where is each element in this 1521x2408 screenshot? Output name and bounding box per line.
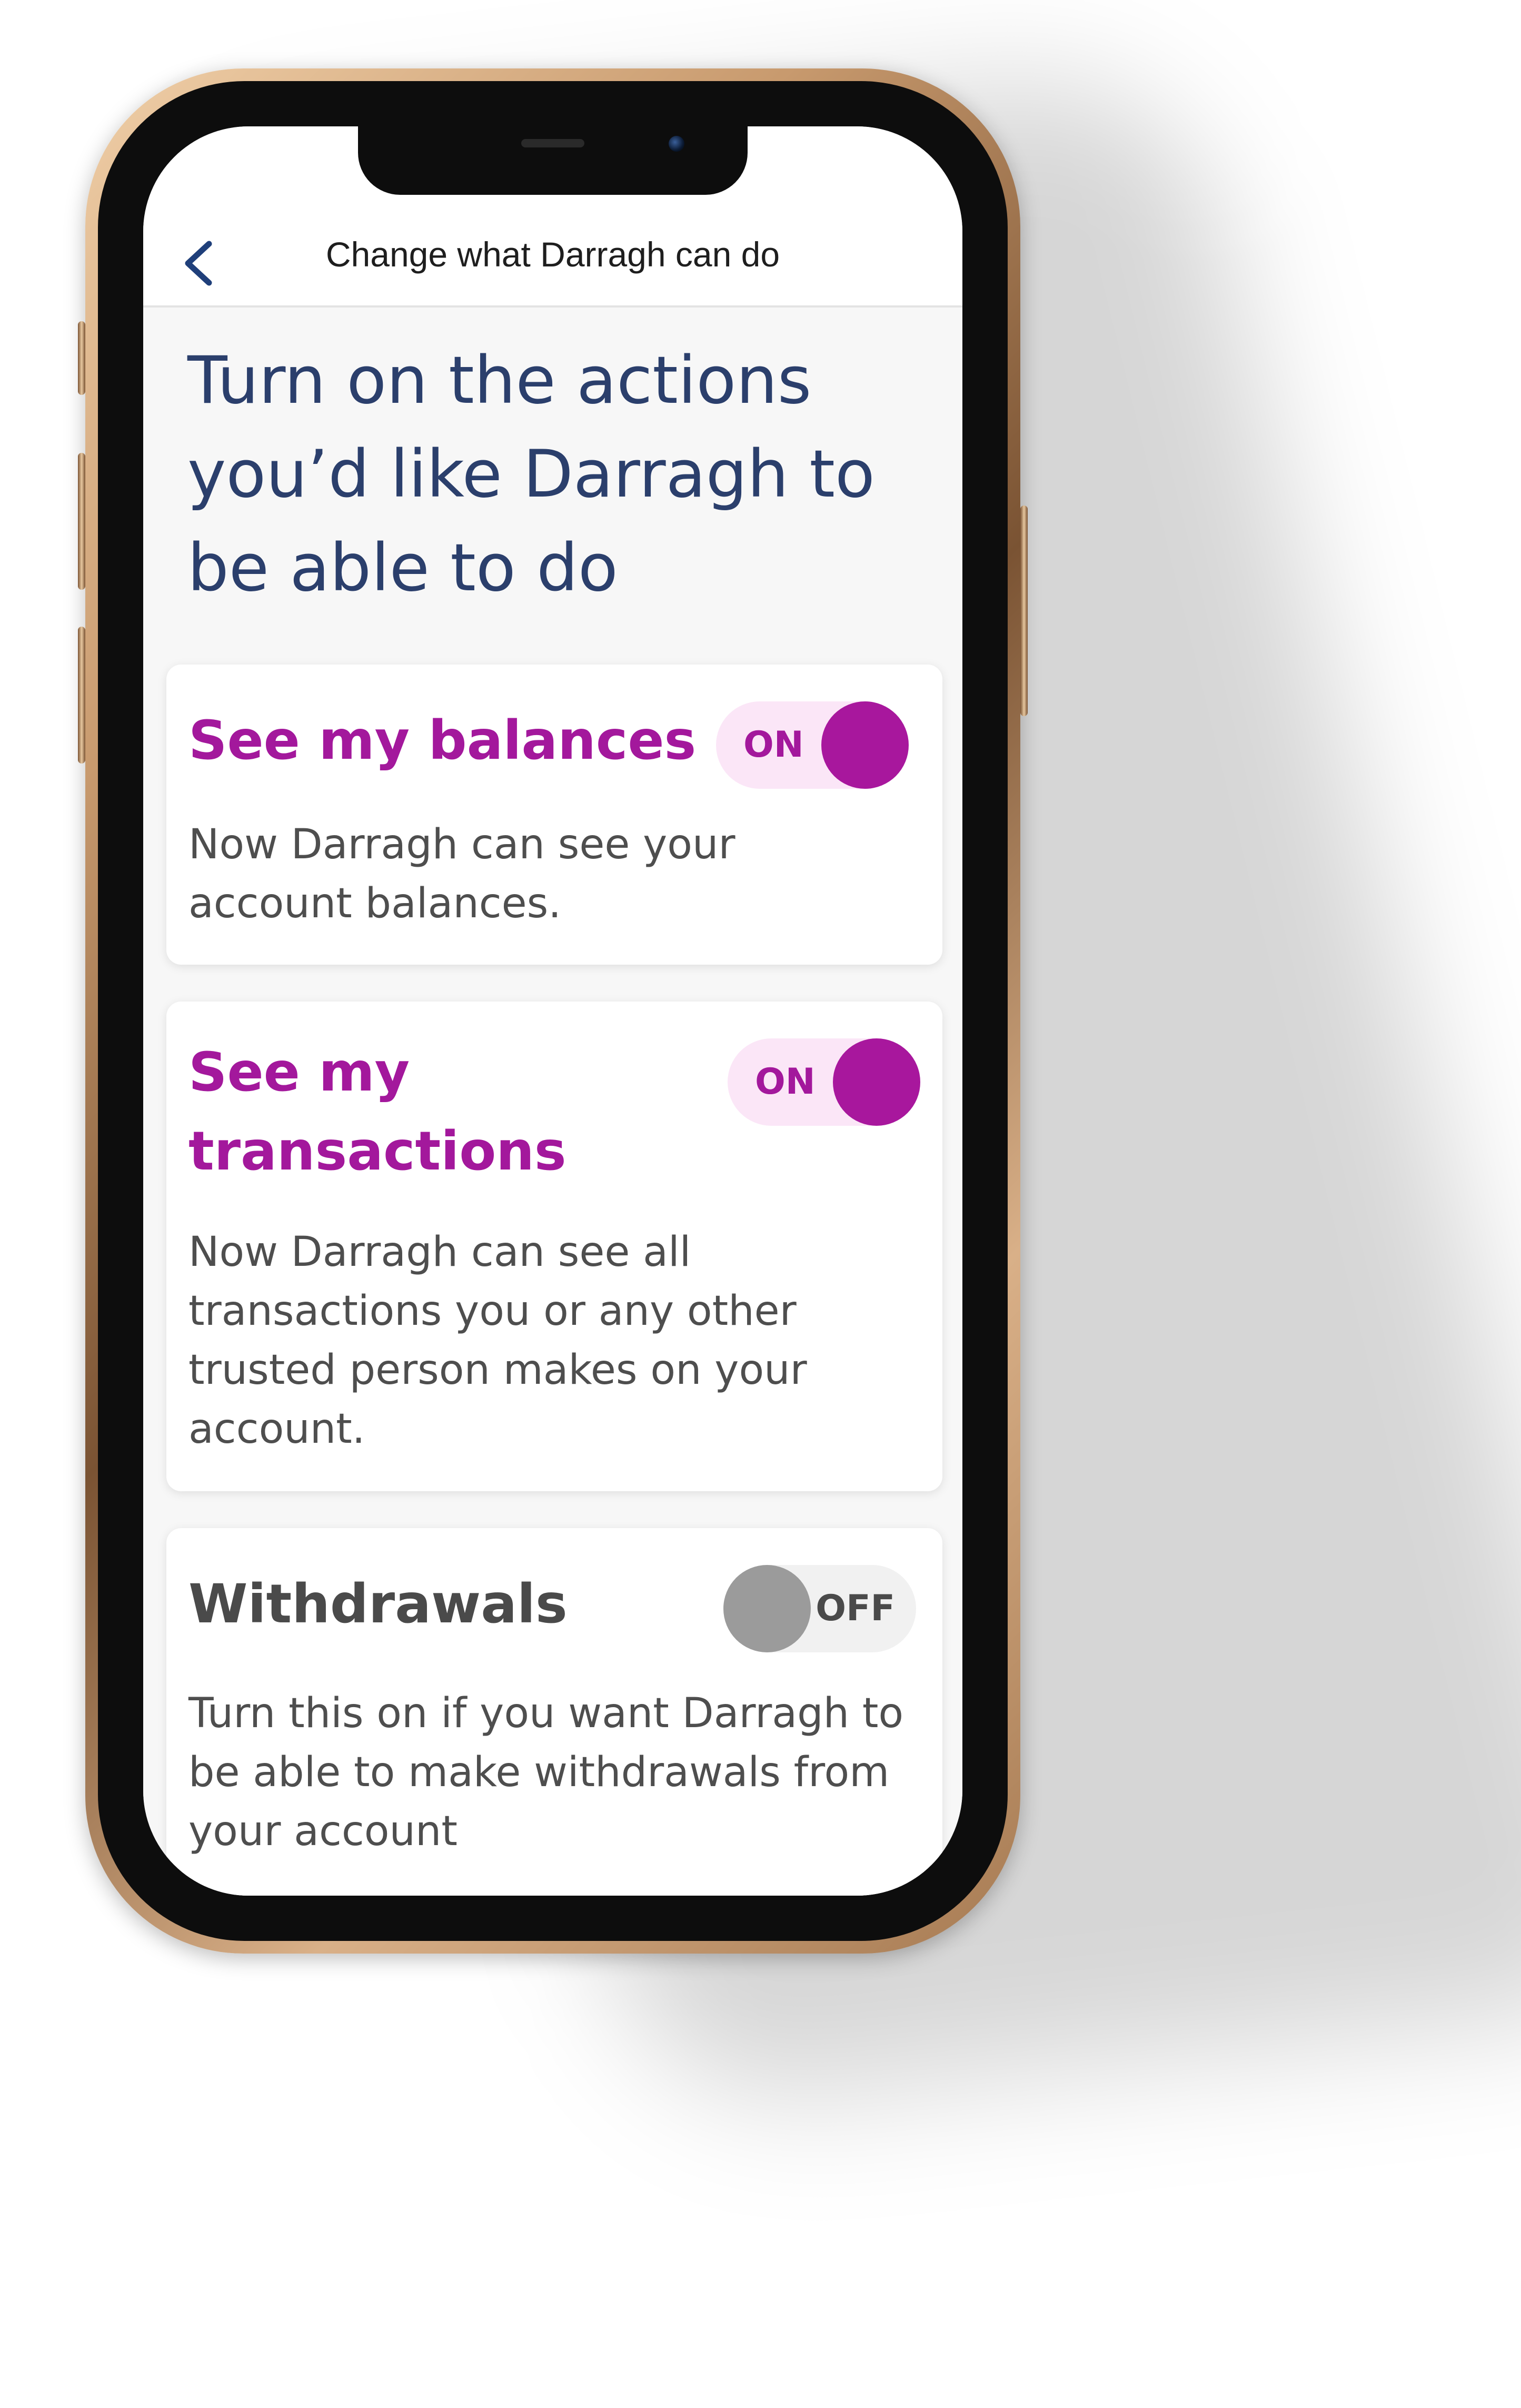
phone-screen: Change what Darragh can do Turn on the a… (143, 126, 962, 1896)
toggle-label: ON (743, 724, 804, 766)
front-camera (669, 136, 684, 152)
permission-title: See my balances (188, 709, 697, 772)
permission-title: Withdrawals (188, 1573, 568, 1636)
toggle-knob (821, 701, 909, 789)
permission-title: See my transactions (188, 1041, 566, 1183)
intro-heading: Turn on the actions you’d like Darragh t… (187, 343, 875, 606)
main-content: Turn on the actions you’d like Darragh t… (143, 308, 962, 1896)
permission-description: Turn this on if you want Darragh to be a… (188, 1690, 904, 1855)
permission-card-balances: See my balances ON Now Darragh can see y… (166, 665, 942, 965)
page-title: Change what Darragh can do (325, 235, 780, 274)
permission-description: Now Darragh can see your account balance… (188, 821, 735, 927)
power-button (1020, 506, 1028, 716)
toggle-label: ON (755, 1061, 816, 1103)
silent-switch (78, 321, 85, 395)
volume-up-button (78, 453, 85, 590)
speaker-grille (521, 139, 584, 147)
toggle-withdrawals[interactable]: OFF (723, 1565, 916, 1652)
permission-card-transactions: See my transactions ON Now Darragh can s… (166, 1002, 942, 1491)
toggle-label: OFF (816, 1588, 895, 1629)
toggle-balances[interactable]: ON (716, 701, 909, 789)
phone-frame: Change what Darragh can do Turn on the a… (78, 68, 1028, 1954)
toggle-knob (723, 1565, 811, 1652)
toggle-knob (833, 1038, 920, 1126)
toggle-transactions[interactable]: ON (728, 1038, 920, 1126)
permission-card-withdrawals: Withdrawals OFF Turn this on if you want… (166, 1528, 942, 1896)
stage: Change what Darragh can do Turn on the a… (0, 0, 1521, 2408)
notch (358, 126, 748, 195)
volume-down-button (78, 627, 85, 764)
chevron-left-icon[interactable] (180, 240, 217, 287)
permission-description: Now Darragh can see all transactions you… (188, 1228, 807, 1453)
